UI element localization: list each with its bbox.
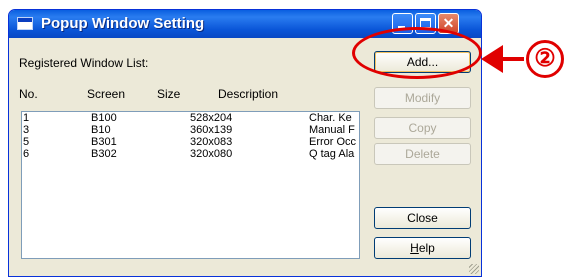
list-item-no: 6 bbox=[23, 148, 30, 160]
list-item-size: 320x080 bbox=[190, 148, 233, 160]
window-title: Popup Window Setting bbox=[41, 15, 205, 32]
modify-button[interactable]: Modify bbox=[374, 87, 471, 109]
column-header-screen: Screen bbox=[87, 87, 126, 101]
column-header-size: Size bbox=[157, 87, 181, 101]
list-item-screen: B302 bbox=[91, 148, 117, 160]
list-item-screen: B10 bbox=[91, 124, 111, 136]
column-header-no: No. bbox=[19, 87, 38, 101]
callout-arrow-icon bbox=[481, 45, 503, 73]
list-item-description: Char. Ke bbox=[309, 112, 352, 124]
callout-number-badge: ② bbox=[526, 40, 564, 78]
list-item-size: 360x139 bbox=[190, 124, 233, 136]
list-item-no: 3 bbox=[23, 124, 30, 136]
delete-button[interactable]: Delete bbox=[374, 143, 471, 165]
close-button[interactable]: Close bbox=[374, 207, 471, 229]
list-item-description: Q tag Ala bbox=[309, 148, 355, 160]
window-icon[interactable] bbox=[17, 17, 33, 30]
list-item-no: 1 bbox=[23, 112, 30, 124]
list-item-description: Error Occ bbox=[309, 136, 357, 148]
list-item-description: Manual F bbox=[309, 124, 355, 136]
list-item-no: 5 bbox=[23, 136, 30, 148]
list-item-size: 320x083 bbox=[190, 136, 233, 148]
registered-window-list-label: Registered Window List: bbox=[19, 56, 149, 70]
column-header-description: Description bbox=[218, 87, 279, 101]
callout-highlight-circle bbox=[352, 27, 482, 79]
copy-button[interactable]: Copy bbox=[374, 117, 471, 139]
list-item-screen: B301 bbox=[91, 136, 117, 148]
registered-window-list[interactable]: 1 B100 528x204 Char. Ke 3 B10 360x139 Ma… bbox=[21, 111, 360, 259]
help-button[interactable]: Help bbox=[374, 237, 471, 259]
resize-grip-icon[interactable] bbox=[469, 264, 479, 274]
list-item-screen: B100 bbox=[91, 112, 117, 124]
list-item-size: 528x204 bbox=[190, 112, 233, 124]
